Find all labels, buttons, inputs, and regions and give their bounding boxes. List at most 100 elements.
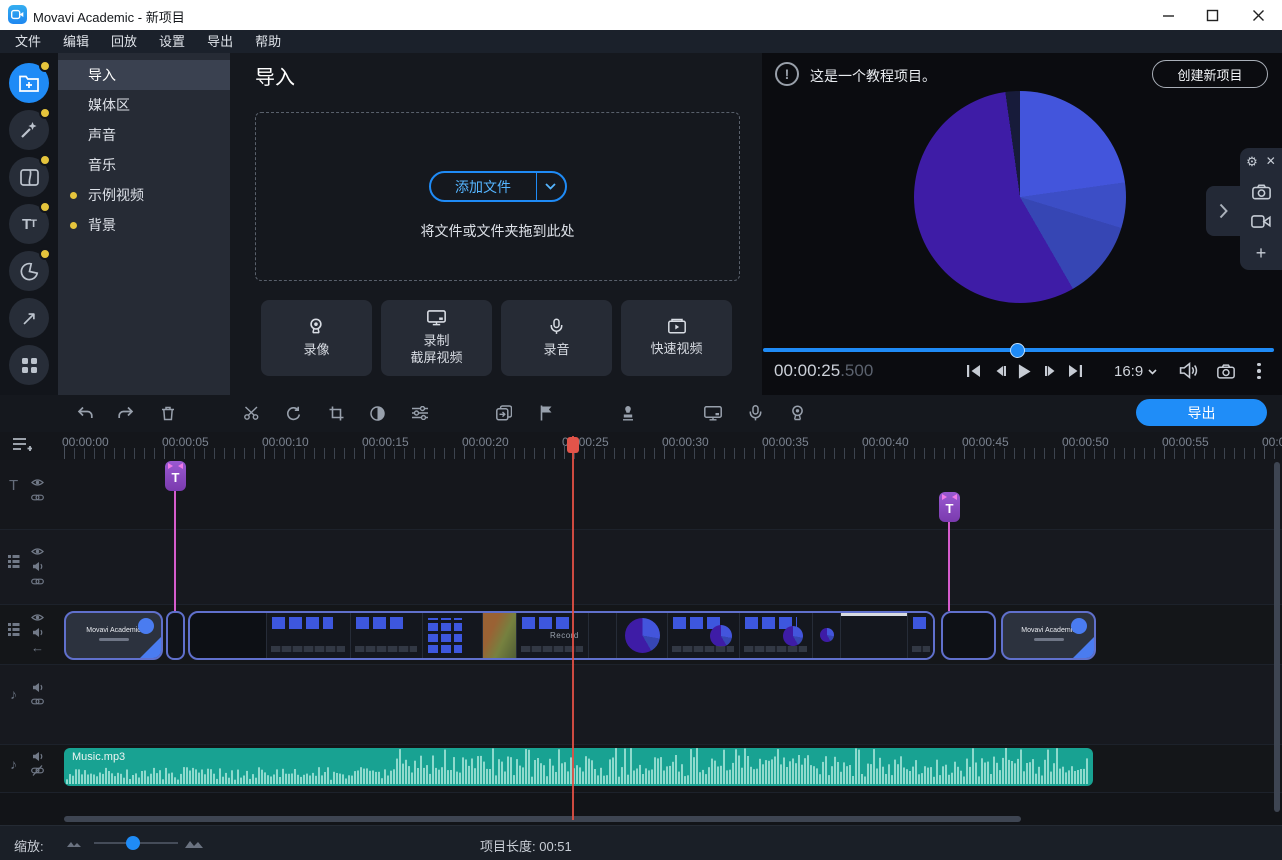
record-webcam-button[interactable]	[784, 399, 812, 427]
empty-clip[interactable]	[941, 611, 996, 660]
menu-item-3[interactable]: 设置	[148, 30, 196, 53]
title-clip-marker[interactable]: T	[939, 492, 960, 522]
export-button[interactable]: 导出	[1136, 399, 1267, 426]
sidebar-item-1[interactable]: 媒体区	[58, 90, 230, 120]
link-icon[interactable]	[31, 493, 44, 502]
intro-title-clip[interactable]: Movavi Academic	[64, 611, 163, 660]
sidebar-item-label: 音乐	[88, 157, 116, 173]
alert-icon: !	[775, 62, 799, 86]
menu-item-0[interactable]: 文件	[4, 30, 52, 53]
previous-frame-button[interactable]	[988, 359, 1012, 383]
link-broken-icon[interactable]	[31, 765, 44, 776]
menu-item-4[interactable]: 导出	[196, 30, 244, 53]
snapshot-camera-icon[interactable]	[1252, 184, 1271, 200]
rail-transitions-button[interactable]	[9, 157, 49, 197]
snapshot-button[interactable]	[1214, 359, 1238, 383]
rail-filters-button[interactable]	[9, 110, 49, 150]
vertical-scrollbar[interactable]	[1274, 462, 1280, 812]
add-tool-icon[interactable]: +	[1256, 243, 1267, 264]
video-camera-icon[interactable]	[1251, 214, 1271, 229]
chevron-down-icon[interactable]	[537, 183, 565, 190]
delete-button[interactable]	[154, 399, 182, 427]
volume-button[interactable]	[1177, 358, 1201, 382]
color-adjustments-button[interactable]	[363, 399, 391, 427]
eye-icon[interactable]	[31, 546, 44, 557]
eye-icon[interactable]	[31, 612, 44, 623]
speaker-icon[interactable]	[32, 561, 44, 572]
clip-properties-button[interactable]	[406, 399, 434, 427]
link-icon[interactable]	[31, 577, 44, 586]
audio-track-icon: ♪	[10, 686, 17, 702]
play-button[interactable]	[1012, 359, 1036, 383]
zoom-out-icon[interactable]	[66, 839, 82, 848]
drop-hint: 将文件或文件夹拖到此处	[256, 221, 739, 241]
music-clip[interactable]: Music.mp3	[64, 748, 1093, 786]
redo-button[interactable]	[112, 399, 140, 427]
next-frame-button[interactable]	[1038, 359, 1062, 383]
rail-titles-button[interactable]: TT	[9, 204, 49, 244]
linked-audio-track[interactable]	[0, 665, 1282, 745]
playhead[interactable]	[567, 437, 579, 453]
menu-item-1[interactable]: 编辑	[52, 30, 100, 53]
create-new-project-button[interactable]: 创建新项目	[1152, 60, 1268, 88]
outro-title-clip[interactable]: Movavi Academic	[1001, 611, 1096, 660]
title-track[interactable]	[0, 460, 1282, 530]
transition-wizard-button[interactable]	[490, 399, 518, 427]
undo-button[interactable]	[70, 399, 98, 427]
more-options-button[interactable]	[1247, 359, 1271, 383]
panel-expand-chevron[interactable]	[1206, 186, 1240, 236]
zoom-in-icon[interactable]	[184, 837, 204, 849]
speaker-icon[interactable]	[32, 627, 44, 638]
speaker-icon[interactable]	[32, 682, 44, 693]
sidebar-item-2[interactable]: 声音	[58, 120, 230, 150]
rail-callouts-button[interactable]: ↗	[9, 298, 49, 338]
link-icon[interactable]	[31, 697, 44, 706]
screen-recording-clip[interactable]: Record	[188, 611, 935, 660]
status-bar: 缩放: 项目长度: 00:51	[0, 825, 1282, 860]
zoom-slider-thumb[interactable]	[126, 836, 140, 850]
sidebar-item-label: 媒体区	[88, 97, 130, 113]
sidebar-item-0[interactable]: 导入	[58, 60, 230, 90]
stamp-button[interactable]	[614, 399, 642, 427]
sidebar-item-5[interactable]: 背景	[58, 210, 230, 240]
split-button[interactable]	[237, 399, 265, 427]
record-audio-button[interactable]: 录音	[501, 300, 612, 376]
menu-item-5[interactable]: 帮助	[244, 30, 292, 53]
horizontal-scrollbar[interactable]	[64, 816, 1021, 822]
eye-icon[interactable]	[31, 477, 44, 488]
new-badge-dot	[39, 60, 51, 72]
short-clip[interactable]	[166, 611, 185, 660]
record-screen-toolbar-button[interactable]	[699, 399, 727, 427]
sidebar-item-3[interactable]: 音乐	[58, 150, 230, 180]
maximize-button[interactable]	[1192, 0, 1232, 30]
preview-panel: ! 这是一个教程项目。 创建新项目 ⚙ ✕ + 00:00:25.500 16:…	[762, 53, 1282, 395]
aspect-ratio-select[interactable]: 16:9	[1114, 363, 1157, 380]
skip-to-end-button[interactable]	[1063, 359, 1087, 383]
menu-item-2[interactable]: 回放	[100, 30, 148, 53]
close-button[interactable]	[1238, 0, 1278, 30]
marker-button[interactable]	[532, 399, 560, 427]
rail-stickers-button[interactable]	[9, 251, 49, 291]
record-video-button[interactable]: 录像	[261, 300, 372, 376]
record-voiceover-button[interactable]	[741, 399, 769, 427]
crop-button[interactable]	[322, 399, 350, 427]
gear-icon[interactable]: ⚙	[1246, 154, 1258, 170]
skip-to-start-button[interactable]	[961, 359, 985, 383]
sidebar-item-4[interactable]: 示例视频	[58, 180, 230, 210]
rotate-button[interactable]	[279, 399, 307, 427]
speaker-icon[interactable]	[32, 751, 44, 762]
minimize-button[interactable]	[1148, 0, 1188, 30]
add-files-button[interactable]: 添加文件	[429, 171, 567, 202]
arrow-left-icon[interactable]: ←	[31, 640, 44, 655]
title-clip-marker[interactable]: T	[165, 461, 186, 491]
overlay-track[interactable]	[0, 530, 1282, 605]
rail-import-button[interactable]	[9, 63, 49, 103]
file-dropzone[interactable]: 添加文件 将文件或文件夹拖到此处	[255, 112, 740, 281]
app-icon	[8, 5, 27, 24]
rail-more-tools-button[interactable]	[9, 345, 49, 385]
seek-thumb[interactable]	[1010, 343, 1025, 358]
close-panel-icon[interactable]: ✕	[1266, 154, 1276, 170]
quick-video-button[interactable]: 快速视频	[621, 300, 732, 376]
record-screen-button[interactable]: 录制 截屏视频	[381, 300, 492, 376]
timeline-ruler[interactable]: 00:00:0000:00:0500:00:1000:00:1500:00:20…	[0, 432, 1282, 460]
